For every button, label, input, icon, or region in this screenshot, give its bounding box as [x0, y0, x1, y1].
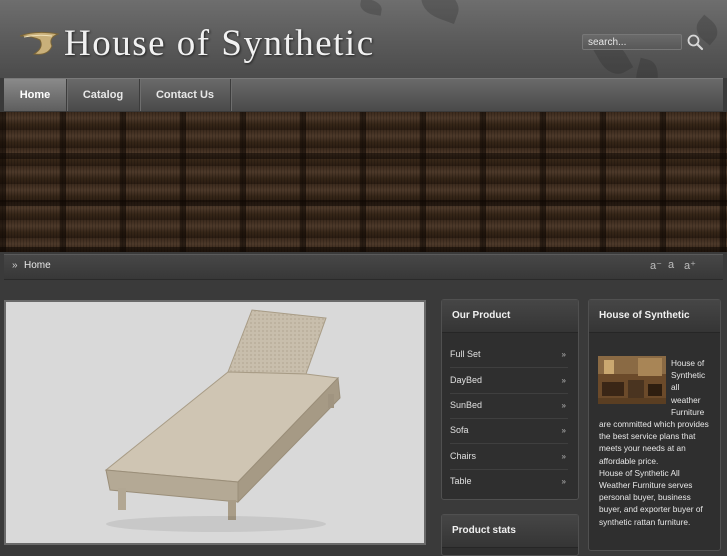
- product-link-table[interactable]: Table »: [450, 469, 568, 494]
- breadcrumb-home-link[interactable]: Home: [24, 260, 51, 271]
- about-paragraph: House of Synthetic All Weather Furniture…: [599, 467, 703, 527]
- about-panel: House of Synthetic House of Synthetic al…: [588, 299, 721, 551]
- weave-pattern: [0, 112, 727, 252]
- leaf-decoration: [631, 57, 663, 78]
- arrow-right-icon: »: [561, 452, 566, 461]
- arrow-right-icon: »: [561, 376, 566, 385]
- leaf-decoration: [358, 0, 384, 16]
- arrow-right-icon: »: [12, 260, 18, 271]
- site-header: House of Synthetic search...: [0, 0, 727, 78]
- logo-icon[interactable]: [18, 28, 62, 58]
- site-title[interactable]: House of Synthetic: [64, 22, 375, 65]
- font-decrease-button[interactable]: a⁻: [650, 259, 662, 272]
- arrow-right-icon: »: [561, 477, 566, 486]
- main-nav: Home Catalog Contact Us: [4, 78, 723, 111]
- product-link-daybed[interactable]: DayBed »: [450, 368, 568, 394]
- search-icon[interactable]: [686, 33, 704, 51]
- about-paragraph: House of Synthetic all weather Furniture…: [599, 357, 711, 467]
- panel-title: Product stats: [442, 515, 578, 548]
- nav-item-catalog[interactable]: Catalog: [67, 79, 140, 111]
- product-link-chairs[interactable]: Chairs »: [450, 444, 568, 470]
- product-link-label: Table: [450, 476, 472, 486]
- product-link-label: Full Set: [450, 349, 481, 359]
- breadcrumb: » Home a⁻ a a⁺: [4, 254, 723, 280]
- sun-lounger-image: [104, 309, 341, 532]
- our-product-panel: Our Product Full Set » DayBed » SunBed » So…: [441, 299, 579, 500]
- product-link-sunbed[interactable]: SunBed »: [450, 393, 568, 419]
- product-stats-panel: Product stats: [441, 514, 579, 556]
- arrow-right-icon: »: [561, 426, 566, 435]
- panel-title: Our Product: [442, 300, 578, 333]
- arrow-right-icon: »: [561, 401, 566, 410]
- arrow-right-icon: »: [561, 350, 566, 359]
- leaf-decoration: [416, 0, 464, 24]
- image-spacer: [599, 357, 671, 407]
- product-link-full-set[interactable]: Full Set »: [450, 342, 568, 368]
- font-increase-button[interactable]: a⁺: [684, 259, 696, 272]
- nav-item-contact-us[interactable]: Contact Us: [140, 79, 231, 111]
- search-input[interactable]: search...: [582, 34, 682, 50]
- product-link-label: SunBed: [450, 400, 483, 410]
- nav-item-home[interactable]: Home: [4, 79, 67, 111]
- product-link-label: DayBed: [450, 375, 483, 385]
- font-reset-button[interactable]: a: [668, 259, 674, 271]
- about-description: House of Synthetic all weather Furniture…: [599, 357, 711, 528]
- product-link-label: Chairs: [450, 451, 477, 461]
- featured-product-image[interactable]: [4, 300, 426, 545]
- panel-title: House of Synthetic: [589, 300, 720, 333]
- product-link-sofa[interactable]: Sofa »: [450, 418, 568, 444]
- product-link-label: Sofa: [450, 425, 469, 435]
- weave-banner-image: [0, 112, 727, 252]
